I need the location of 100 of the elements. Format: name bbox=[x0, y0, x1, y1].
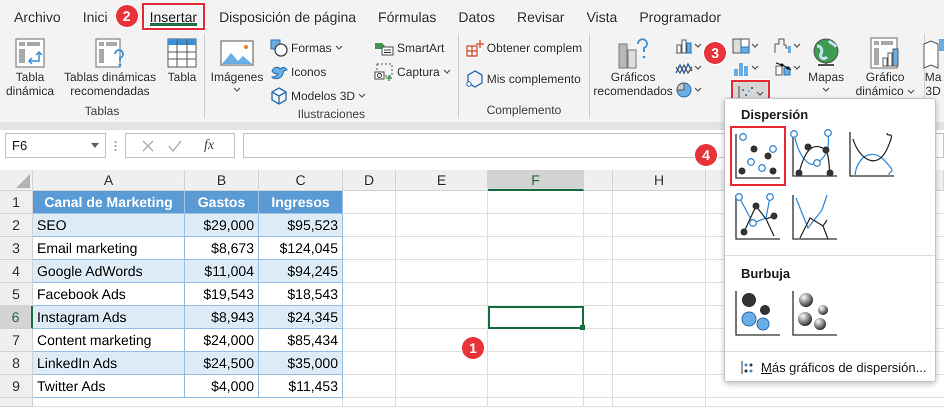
recommended-charts-icon bbox=[616, 36, 650, 70]
ribbon-button[interactable]: Imágenes bbox=[209, 34, 265, 104]
scatter-markers-icon bbox=[733, 131, 783, 181]
ribbon-button[interactable]: Captura bbox=[371, 60, 454, 83]
ribbon-tab[interactable]: Revisar bbox=[508, 3, 572, 30]
group-label: Complemento bbox=[486, 103, 562, 118]
more-charts-link[interactable]: Más gráficos de dispersión... bbox=[725, 354, 926, 381]
caret-icon bbox=[334, 45, 343, 50]
insert-function-button[interactable]: fx bbox=[196, 138, 214, 154]
my-add-ins-icon bbox=[466, 70, 484, 88]
column-header[interactable]: H bbox=[613, 170, 706, 191]
caret-icon bbox=[694, 87, 702, 92]
step-marker: 1 bbox=[462, 337, 484, 359]
line-chart-icon bbox=[675, 60, 694, 76]
hierarchy-chart-icon bbox=[732, 38, 750, 54]
row-header[interactable]: 1 bbox=[0, 191, 33, 214]
chart-type-button[interactable] bbox=[773, 36, 802, 55]
row-header[interactable]: 5 bbox=[0, 283, 33, 306]
table-cell: Instagram Ads bbox=[33, 306, 185, 329]
smooth-lines-markers-icon bbox=[790, 129, 840, 179]
column-header[interactable]: C bbox=[259, 170, 343, 191]
scatter-dots-icon bbox=[741, 360, 753, 374]
chart-option[interactable] bbox=[730, 126, 786, 186]
caret-icon bbox=[822, 87, 830, 92]
column-header[interactable]: B bbox=[185, 170, 259, 191]
pie-chart-icon bbox=[675, 82, 694, 98]
table-icon bbox=[166, 36, 198, 68]
ribbon-button[interactable]: Tabla dinámica bbox=[4, 34, 56, 104]
grip-icon bbox=[114, 140, 117, 152]
ribbon-tab[interactable]: Disposición de página bbox=[211, 3, 364, 30]
cube-icon bbox=[270, 86, 288, 104]
step-marker: 3 bbox=[704, 42, 726, 64]
group-label: Ilustraciones bbox=[296, 107, 366, 121]
table-header-cell: Gastos bbox=[185, 191, 259, 214]
group-label: Tablas bbox=[84, 104, 120, 118]
caret-icon bbox=[906, 89, 915, 94]
table-cell: $24,500 bbox=[185, 352, 259, 375]
3d-bubble-chart-icon bbox=[790, 288, 840, 338]
ribbon-tab[interactable]: Insertar bbox=[142, 3, 206, 30]
ribbon-button[interactable]: Tablas dinámicas recomendadas bbox=[58, 34, 162, 104]
name-box[interactable]: F6 bbox=[5, 133, 106, 158]
table-header-cell: Ingresos bbox=[259, 191, 343, 214]
caret-icon bbox=[694, 43, 702, 48]
section-heading: Burbuja bbox=[740, 265, 790, 283]
caret-icon bbox=[694, 65, 702, 70]
ribbon-button[interactable]: Gráficos recomendados bbox=[594, 34, 672, 104]
chart-type-button[interactable] bbox=[674, 80, 704, 99]
table-cell: $35,000 bbox=[259, 352, 343, 375]
ribbon-tab[interactable]: Fórmulas bbox=[370, 3, 444, 30]
bubble-chart-icon bbox=[733, 288, 783, 338]
straight-lines-icon bbox=[790, 192, 840, 242]
ribbon-button[interactable]: SmartArt bbox=[371, 36, 454, 59]
caret-icon bbox=[442, 69, 451, 74]
add-ins-icon bbox=[466, 38, 484, 56]
ribbon-tab[interactable]: Vista bbox=[578, 3, 626, 30]
ribbon-button[interactable]: Mis complemento bbox=[462, 67, 586, 90]
caret-icon bbox=[751, 65, 760, 70]
step-marker: 4 bbox=[695, 144, 717, 166]
select-all-icon bbox=[16, 174, 30, 188]
active-cell[interactable] bbox=[488, 306, 584, 329]
table-header-cell: Canal de Marketing bbox=[33, 191, 185, 214]
row-header[interactable]: 3 bbox=[0, 237, 33, 260]
ribbon-tab[interactable]: Datos bbox=[450, 3, 503, 30]
ribbon-button[interactable]: Ma 3D bbox=[921, 34, 944, 104]
ribbon-tab[interactable]: Programador bbox=[631, 3, 730, 30]
row-header[interactable]: 7 bbox=[0, 329, 33, 352]
table-cell: SEO bbox=[33, 214, 185, 237]
pictures-icon bbox=[220, 38, 254, 68]
enter-icon bbox=[168, 140, 182, 152]
section-heading: Dispersión bbox=[740, 106, 808, 124]
row-header[interactable]: 9 bbox=[0, 375, 33, 398]
caret-icon bbox=[793, 43, 802, 48]
screenshot-icon bbox=[374, 62, 394, 80]
step-marker: 2 bbox=[116, 5, 138, 27]
row-header[interactable]: 2 bbox=[0, 214, 33, 237]
ribbon-button[interactable]: Iconos bbox=[267, 60, 370, 83]
table-cell: $95,523 bbox=[259, 214, 343, 237]
table-cell: $11,004 bbox=[185, 260, 259, 283]
caret-icon bbox=[756, 90, 764, 96]
column-header[interactable]: F bbox=[488, 170, 584, 191]
row-header[interactable]: 4 bbox=[0, 260, 33, 283]
ribbon-tab[interactable]: Inici bbox=[74, 3, 116, 30]
pivot-table-icon bbox=[14, 36, 46, 68]
row-header[interactable]: 6 bbox=[0, 306, 33, 329]
ribbon-button[interactable]: Tabla bbox=[164, 34, 200, 104]
shapes-icon bbox=[270, 38, 288, 56]
row-header[interactable]: 8 bbox=[0, 352, 33, 375]
ribbon-button[interactable]: Modelos 3D bbox=[267, 84, 370, 107]
ribbon-tab[interactable]: Archivo bbox=[6, 3, 69, 30]
caret-icon bbox=[751, 43, 760, 48]
ribbon-button[interactable]: Obtener complem bbox=[462, 36, 586, 59]
column-header[interactable]: D bbox=[343, 170, 396, 191]
pivot-chart-icon bbox=[869, 36, 902, 70]
table-cell: $8,943 bbox=[185, 306, 259, 329]
straight-lines-markers-icon bbox=[733, 192, 783, 242]
column-header[interactable]: E bbox=[396, 170, 488, 191]
ribbon-button[interactable]: Formas bbox=[267, 36, 370, 59]
column-header[interactable]: A bbox=[33, 170, 185, 191]
table-cell: $24,345 bbox=[259, 306, 343, 329]
caret-icon bbox=[358, 93, 366, 98]
